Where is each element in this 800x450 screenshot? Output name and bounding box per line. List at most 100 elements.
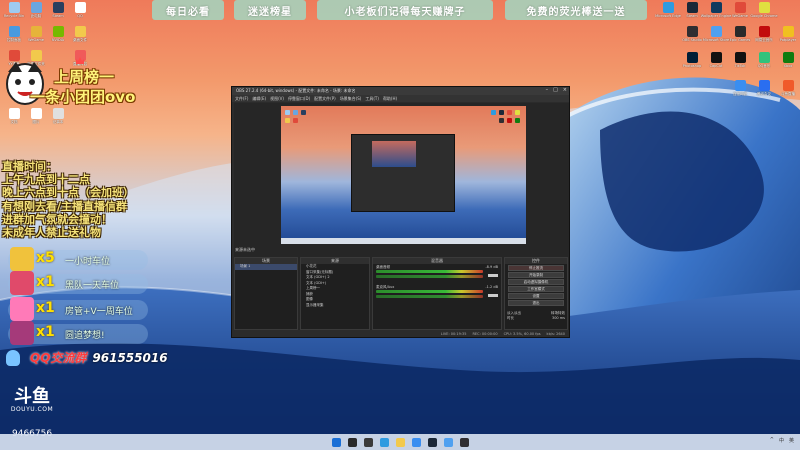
schedule-line: 未成年人禁止送礼物 bbox=[2, 226, 101, 240]
desktop-icon-label: 控制面板 bbox=[7, 38, 21, 42]
desktop-icon[interactable]: Epic Games bbox=[728, 26, 752, 42]
duration-value[interactable]: 300 ms bbox=[552, 316, 565, 321]
xbox-icon bbox=[782, 52, 794, 63]
desktop-icon[interactable]: QQ音乐 bbox=[752, 52, 776, 69]
desktop-icon[interactable]: 百度网盘 bbox=[728, 80, 752, 97]
desktop-icon[interactable]: 网易云音乐 bbox=[752, 26, 776, 43]
gift-reward: 一小时车位 bbox=[65, 257, 111, 267]
ime-indicator[interactable]: 中 bbox=[779, 437, 784, 444]
steam-icon[interactable] bbox=[427, 437, 437, 447]
gift-icon bbox=[10, 271, 34, 295]
menu-tools[interactable]: 工具(T) bbox=[365, 96, 379, 102]
qq-penguin-icon bbox=[6, 349, 20, 366]
virtual-camera-button[interactable]: 启动虚拟摄像机 bbox=[508, 279, 564, 285]
desktop-icon[interactable]: OBS Studio bbox=[680, 26, 704, 42]
mini-desktop-icon bbox=[491, 110, 496, 115]
menu-docks[interactable]: 停靠窗口(D) bbox=[288, 96, 310, 102]
mini-desktop-icon bbox=[507, 118, 512, 123]
qq-icon[interactable] bbox=[443, 437, 453, 447]
channel-db: -1.2 dB bbox=[485, 285, 498, 289]
desktop-icon-label: Epic Games bbox=[729, 38, 751, 42]
desktop-icon[interactable]: 桌面文件 bbox=[68, 26, 92, 43]
desktop-icon[interactable]: Wallpaper Engine bbox=[701, 2, 731, 18]
desktop-icon[interactable]: 文档 bbox=[2, 108, 26, 125]
source-item[interactable]: 显示器采集 bbox=[301, 303, 369, 309]
mixer-channel: 麦克风/Aux -1.2 dB bbox=[373, 284, 501, 304]
desktop-icon[interactable]: 图片 bbox=[24, 108, 48, 125]
desktop-icon-label: Xbox bbox=[783, 64, 793, 68]
desktop-icon-label: 腾讯会议 bbox=[757, 92, 771, 96]
obs-titlebar[interactable]: OBS 27.2.4 (64-bit, windows) - 配置文件: 未命名… bbox=[232, 87, 569, 95]
speaker-icon[interactable] bbox=[488, 294, 498, 297]
status-rec: REC: 00:00:00 bbox=[472, 331, 498, 336]
ime-mode[interactable]: 英 bbox=[789, 437, 794, 444]
sources-panel: 来源 小花花 窗口采集(无标题) 文本 (GDI+) 2 文本 (GDI+) 上… bbox=[300, 257, 370, 330]
obs-icon[interactable] bbox=[459, 437, 469, 447]
desktop-icon[interactable]: Microsoft Edge bbox=[655, 2, 681, 18]
start-icon[interactable] bbox=[331, 437, 341, 447]
douyu-icon bbox=[782, 80, 794, 91]
qq-group-number: 961555016 bbox=[92, 350, 168, 365]
scene-item[interactable]: 场景 1 bbox=[235, 264, 297, 270]
minimize-icon[interactable]: – bbox=[546, 87, 549, 93]
tray-overflow-icon[interactable]: ^ bbox=[770, 437, 774, 444]
exit-button[interactable]: 退出 bbox=[508, 300, 564, 306]
desktop-icon[interactable]: 记事本 bbox=[46, 108, 70, 125]
desktop-icon-label: QQ音乐 bbox=[757, 64, 771, 68]
desktop-icon[interactable]: QQ bbox=[68, 2, 92, 18]
settings-button[interactable]: 设置 bbox=[508, 293, 564, 299]
desktop-icon[interactable]: Recycle Bin bbox=[2, 2, 26, 18]
transitions-box: 淡入淡出 转场特效 时长 300 ms bbox=[504, 311, 568, 321]
qq-music-icon bbox=[758, 52, 770, 63]
task-view-icon[interactable] bbox=[363, 437, 373, 447]
channel-db: -8.9 dB bbox=[485, 265, 498, 269]
mini-desktop-icon bbox=[301, 110, 306, 115]
close-icon[interactable]: × bbox=[563, 87, 567, 93]
desktop-icon[interactable]: WeGame bbox=[728, 2, 752, 18]
duration-label: 时长 bbox=[507, 316, 514, 320]
schedule-line: 直播时间： bbox=[2, 160, 57, 173]
menu-profile[interactable]: 配置文件(P) bbox=[314, 96, 336, 102]
desktop-icon[interactable]: NVIDIA bbox=[46, 26, 70, 42]
maximize-icon[interactable]: □ bbox=[553, 87, 558, 93]
desktop-icon-label: NVIDIA bbox=[51, 38, 65, 42]
desktop-icon[interactable]: 控制面板 bbox=[2, 26, 26, 43]
desktop-icon[interactable]: 此电脑 bbox=[24, 2, 48, 19]
mixer-channel: 桌面音频 -8.9 dB bbox=[373, 264, 501, 284]
top-fan-name: 一条小团团ovo bbox=[30, 88, 136, 106]
desktop-icon-label: 网易云音乐 bbox=[755, 38, 773, 42]
menu-view[interactable]: 视图(V) bbox=[270, 96, 284, 102]
desktop-icon[interactable]: Microsoft Store bbox=[703, 26, 729, 42]
search-icon[interactable] bbox=[347, 437, 357, 447]
status-bitrate: kb/s: 2640 bbox=[546, 331, 565, 336]
desktop-icon[interactable]: 腾讯会议 bbox=[752, 80, 776, 97]
menu-scene-collection[interactable]: 场景集合(S) bbox=[340, 96, 362, 102]
desktop-icon[interactable]: TikTok bbox=[728, 52, 752, 68]
studio-mode-button[interactable]: 工作室模式 bbox=[508, 286, 564, 292]
qq-group-label: QQ交流群 bbox=[30, 351, 87, 365]
desktop-icon[interactable]: Google Chrome bbox=[750, 2, 778, 18]
menu-edit[interactable]: 编辑(E) bbox=[252, 96, 266, 102]
file-explorer-icon[interactable] bbox=[395, 437, 405, 447]
image-icon bbox=[30, 108, 42, 119]
stop-streaming-button[interactable]: 停止推流 bbox=[508, 265, 564, 271]
desktop-icon[interactable]: WeGame bbox=[24, 26, 48, 42]
edge-icon[interactable] bbox=[379, 437, 389, 447]
tencent-meeting-icon bbox=[758, 80, 770, 91]
menu-file[interactable]: 文件(F) bbox=[235, 96, 248, 102]
speaker-icon[interactable] bbox=[488, 274, 498, 277]
desktop-icon[interactable]: Potplayer bbox=[776, 26, 800, 42]
obs-window[interactable]: OBS 27.2.4 (64-bit, windows) - 配置文件: 未命名… bbox=[231, 86, 570, 338]
start-recording-button[interactable]: 开始录制 bbox=[508, 272, 564, 278]
desktop-icon[interactable]: Xbox bbox=[776, 52, 800, 68]
desktop-icon[interactable]: Photoshop bbox=[680, 52, 704, 68]
desktop-icon[interactable]: 斗鱼直播 bbox=[776, 80, 800, 97]
desktop-icon[interactable]: Steam bbox=[46, 2, 70, 18]
desktop-icon-label: Potplayer bbox=[779, 38, 797, 42]
wallpaper-engine-icon bbox=[710, 2, 722, 13]
store-icon[interactable] bbox=[411, 437, 421, 447]
menu-help[interactable]: 帮助(H) bbox=[383, 96, 397, 102]
douyu-domain: DOUYU.COM bbox=[10, 406, 54, 413]
wegame-icon bbox=[734, 2, 746, 13]
desktop-icon[interactable]: CapCut bbox=[704, 52, 728, 68]
